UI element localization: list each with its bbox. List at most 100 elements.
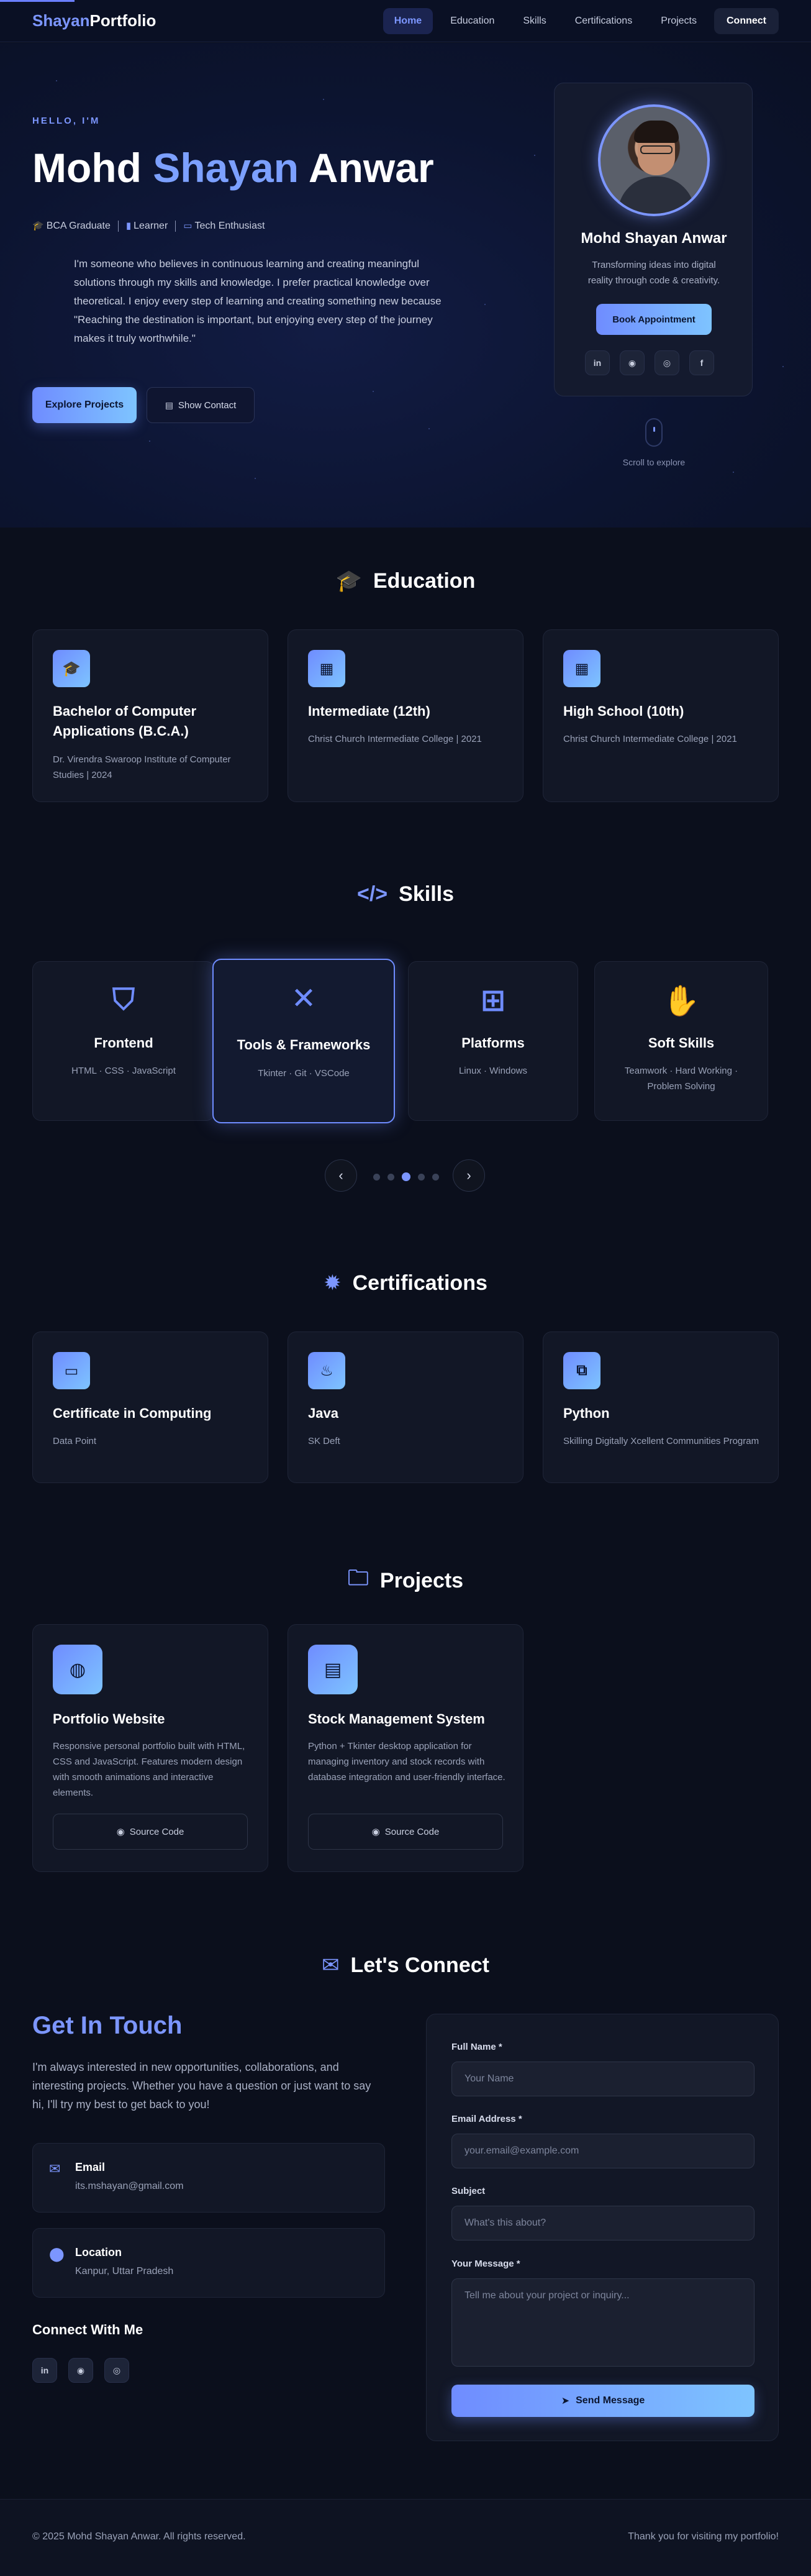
email-address-input[interactable] — [451, 2134, 754, 2168]
certification-issuer: Data Point — [53, 1436, 97, 1446]
python-icon: ⧉ — [563, 1352, 600, 1389]
show-contact-label: Show Contact — [178, 400, 237, 411]
certification-title: Certificate in Computing — [53, 1405, 212, 1421]
project-description: Python + Tkinter desktop application for… — [308, 1741, 505, 1783]
full-name-input[interactable] — [451, 2062, 754, 2096]
globe-icon: ◍ — [53, 1645, 102, 1694]
graduation-cap-icon: 🎓 — [32, 221, 44, 231]
hero-tag: ▭ Tech Enthusiast — [183, 220, 265, 232]
hero-tags: 🎓 BCA Graduate ▮ Learner ▭ Tech Enthusiast — [32, 220, 265, 232]
carousel-dot-active[interactable] — [402, 1172, 410, 1181]
network-icon: ⊞ — [480, 984, 506, 1017]
skill-card[interactable]: ⛉ Frontend HTML · CSS · JavaScript — [32, 961, 215, 1121]
nav-progress-line — [0, 0, 75, 2]
education-card-title: High School (10th) — [563, 703, 684, 719]
nav-connect-button[interactable]: Connect — [714, 7, 779, 34]
project-card: ◍ Portfolio Website Responsive personal … — [32, 1624, 268, 1872]
java-icon: ♨ — [308, 1352, 345, 1389]
education-card-sub: Christ Church Intermediate College | 202… — [308, 734, 482, 744]
email-info-card[interactable]: ✉ Email its.mshayan@gmail.com — [32, 2143, 385, 2213]
email-address-label: Email Address * — [451, 2114, 522, 2124]
profile-socials: in ◉ ◎ f — [585, 350, 714, 375]
footer: © 2025 Mohd Shayan Anwar. All rights res… — [0, 2499, 811, 2576]
message-label: Your Message * — [451, 2259, 520, 2269]
skill-list: Teamwork · Hard Working · Problem Solvin… — [624, 1066, 738, 1092]
certification-issuer: Skilling Digitally Xcellent Communities … — [563, 1436, 759, 1446]
skill-card[interactable]: ⊞ Platforms Linux · Windows — [408, 961, 578, 1121]
carousel-dot[interactable] — [418, 1173, 425, 1181]
github-icon: ◉ — [371, 1827, 380, 1837]
hero-tag-label: Learner — [134, 221, 168, 231]
skill-title: Tools & Frameworks — [237, 1037, 371, 1053]
education-card-title: Intermediate (12th) — [308, 703, 430, 719]
explore-projects-button[interactable]: Explore Projects — [32, 387, 137, 423]
carousel-next-button[interactable]: › — [453, 1159, 485, 1192]
carousel-dot[interactable] — [432, 1173, 439, 1181]
certificate-icon: ✹ — [324, 1271, 342, 1295]
project-title: Portfolio Website — [53, 1711, 165, 1727]
instagram-icon[interactable]: ◎ — [104, 2358, 129, 2383]
profile-card: Mohd Shayan Anwar Transforming ideas int… — [554, 83, 753, 396]
subject-label: Subject — [451, 2186, 486, 2196]
contact-heading: ✉ Let's Connect — [0, 1953, 811, 1978]
education-card: ▦ High School (10th) Christ Church Inter… — [543, 629, 779, 802]
school-icon: ▦ — [563, 650, 600, 687]
graduation-cap-icon: 🎓 — [53, 650, 90, 687]
skill-title: Soft Skills — [648, 1035, 715, 1051]
education-heading: 🎓 Education — [0, 569, 811, 593]
nav-link-certifications[interactable]: Certifications — [564, 8, 643, 34]
message-textarea[interactable] — [451, 2278, 754, 2367]
email-label: Email — [75, 2161, 106, 2173]
skill-card-active[interactable]: ✕ Tools & Frameworks Tkinter · Git · VSC… — [212, 959, 395, 1123]
education-title: Education — [373, 569, 476, 593]
show-contact-button[interactable]: ▤ Show Contact — [147, 387, 255, 423]
tag-divider — [117, 220, 119, 232]
send-message-button[interactable]: ➤ Send Message — [451, 2385, 754, 2417]
hero-section: HELLO, I'M Mohd Shayan Anwar 🎓 BCA Gradua… — [0, 43, 811, 528]
code-icon: </> — [356, 882, 388, 906]
book-appointment-button[interactable]: Book Appointment — [596, 304, 712, 335]
nav-link-projects[interactable]: Projects — [650, 8, 708, 34]
carousel-dot[interactable] — [373, 1173, 380, 1181]
linkedin-icon[interactable]: in — [32, 2358, 57, 2383]
github-icon[interactable]: ◉ — [68, 2358, 93, 2383]
github-icon[interactable]: ◉ — [620, 350, 645, 375]
hero-tag-label: BCA Graduate — [46, 221, 111, 231]
folder-open-icon: 🗀 — [347, 1566, 369, 1590]
warehouse-icon: ▤ — [308, 1645, 358, 1694]
linkedin-icon[interactable]: in — [585, 350, 610, 375]
nav-link-home[interactable]: Home — [383, 7, 433, 34]
skill-title: Frontend — [94, 1035, 153, 1051]
carousel-dot[interactable] — [387, 1173, 394, 1181]
graduation-cap-icon: 🎓 — [335, 569, 362, 593]
skills-heading: </> Skills — [0, 882, 811, 907]
hero-name-first: Mohd — [32, 145, 153, 191]
book-icon: ▮ — [125, 221, 132, 231]
html5-icon: ⛉ — [112, 984, 135, 1016]
id-card-icon: ▤ — [165, 400, 173, 410]
certification-title: Java — [308, 1405, 338, 1421]
brand-text: Portfolio — [89, 11, 156, 30]
projects-title: Projects — [379, 1569, 464, 1592]
scroll-hint: Scroll to explore — [622, 457, 686, 467]
skill-list: Linux · Windows — [458, 1066, 528, 1076]
top-navbar: ShayanPortfolio Home Education Skills Ce… — [0, 0, 811, 42]
source-code-label: Source Code — [129, 1826, 184, 1837]
project-description: Responsive personal portfolio built with… — [53, 1741, 245, 1798]
skill-card[interactable]: ✋ Soft Skills Teamwork · Hard Working · … — [594, 961, 768, 1121]
scroll-mouse-icon[interactable] — [645, 418, 663, 447]
hero-name-middle: Shayan — [153, 145, 299, 191]
carousel-prev-button[interactable]: ‹ — [325, 1159, 357, 1192]
source-code-button[interactable]: ◉ Source Code — [308, 1814, 503, 1850]
facebook-icon[interactable]: f — [689, 350, 714, 375]
source-code-button[interactable]: ◉ Source Code — [53, 1814, 248, 1850]
brand-logo[interactable]: ShayanPortfolio — [32, 11, 156, 30]
nav-link-skills[interactable]: Skills — [512, 8, 557, 34]
contact-form: Full Name * Email Address * Subject Your… — [426, 2014, 779, 2441]
hero-tag: 🎓 BCA Graduate — [32, 220, 111, 232]
profile-name: Mohd Shayan Anwar — [581, 230, 727, 247]
instagram-icon[interactable]: ◎ — [655, 350, 679, 375]
full-name-label: Full Name * — [451, 2042, 502, 2052]
subject-input[interactable] — [451, 2206, 754, 2240]
nav-link-education[interactable]: Education — [439, 8, 505, 34]
